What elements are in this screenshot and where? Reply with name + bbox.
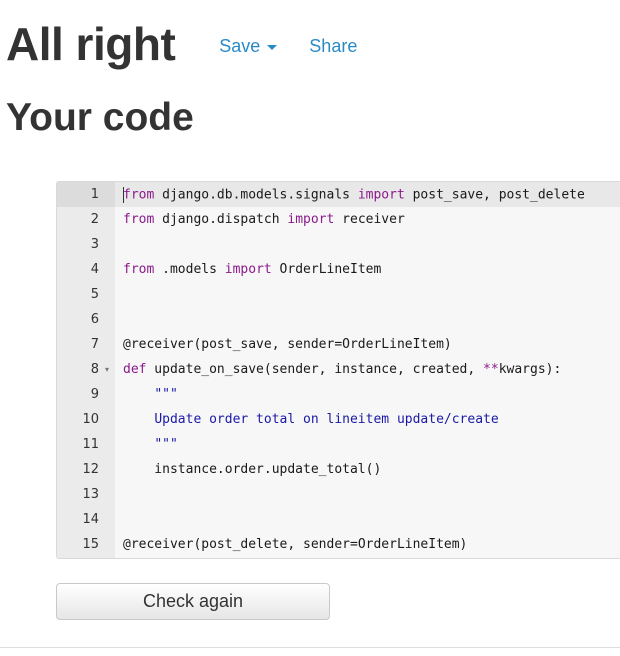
code-text: def update_on_save(sender, instance, cre… bbox=[123, 362, 561, 377]
code-keyword: def bbox=[123, 362, 147, 377]
code-text: """ bbox=[123, 437, 178, 452]
line-number: 1 bbox=[90, 187, 99, 202]
fold-triangle-icon[interactable]: ▾ bbox=[101, 365, 113, 374]
code-string: """ bbox=[154, 437, 178, 452]
code-text: from .models import OrderLineItem bbox=[123, 262, 381, 277]
code-string: Update order total on lineitem update/cr… bbox=[154, 412, 499, 427]
line-number: 7 bbox=[90, 337, 99, 352]
code-line[interactable]: 11 """ bbox=[57, 432, 620, 457]
divider bbox=[0, 647, 620, 648]
line-number: 14 bbox=[82, 512, 99, 527]
code-line[interactable]: 10 Update order total on lineitem update… bbox=[57, 407, 620, 432]
code-token: kwargs): bbox=[498, 362, 562, 377]
code-editor[interactable]: 1 from django.db.models.signals import po… bbox=[56, 181, 620, 559]
code-line[interactable]: 13 bbox=[57, 482, 620, 507]
save-dropdown[interactable]: Save bbox=[219, 35, 278, 57]
line-number: 4 bbox=[90, 262, 99, 277]
line-number: 5 bbox=[90, 287, 99, 302]
code-token: @receiver(post_save, sender bbox=[123, 337, 335, 352]
line-number: 10 bbox=[82, 412, 99, 427]
code-text: from django.dispatch import receiver bbox=[123, 212, 405, 227]
header-menu: Save Share bbox=[219, 36, 357, 57]
code-text: Update order total on lineitem update/cr… bbox=[123, 412, 499, 427]
code-keyword: import bbox=[357, 187, 405, 202]
code-line[interactable]: 7 @receiver(post_save, sender=OrderLineIt… bbox=[57, 332, 620, 357]
code-line[interactable]: 15 @receiver(post_delete, sender=OrderLin… bbox=[57, 532, 620, 557]
code-line[interactable]: 14 bbox=[57, 507, 620, 532]
code-keyword: import bbox=[287, 212, 335, 227]
code-token: post_save, post_delete bbox=[404, 187, 585, 202]
code-token: OrderLineItem) bbox=[342, 337, 452, 352]
line-number: 2 bbox=[90, 212, 99, 227]
code-line[interactable]: 4 from .models import OrderLineItem bbox=[57, 257, 620, 282]
line-number: 6 bbox=[90, 312, 99, 327]
code-keyword: from bbox=[123, 212, 155, 227]
code-lines[interactable]: 1 from django.db.models.signals import po… bbox=[57, 182, 620, 557]
line-number: 9 bbox=[90, 387, 99, 402]
code-token: update_on_save(sender, instance, created… bbox=[146, 362, 484, 377]
share-link[interactable]: Share bbox=[309, 36, 357, 57]
code-line[interactable]: 1 from django.db.models.signals import po… bbox=[57, 182, 620, 207]
line-number: 15 bbox=[82, 537, 99, 552]
code-keyword: ** bbox=[483, 362, 499, 377]
page-title: All right bbox=[6, 18, 176, 70]
code-line[interactable]: 2 from django.dispatch import receiver bbox=[57, 207, 620, 232]
code-token: django.dispatch bbox=[154, 212, 288, 227]
code-text: """ bbox=[123, 387, 178, 402]
code-text: @receiver(post_save, sender=OrderLineIte… bbox=[123, 337, 452, 352]
code-line[interactable]: 9 """ bbox=[57, 382, 620, 407]
code-line[interactable]: 12 instance.order.update_total() bbox=[57, 457, 620, 482]
line-number: 12 bbox=[82, 462, 99, 477]
code-token: django.db.models.signals bbox=[154, 187, 358, 202]
code-line[interactable]: 5 bbox=[57, 282, 620, 307]
code-token: OrderLineItem bbox=[271, 262, 382, 277]
line-number: 3 bbox=[90, 237, 99, 252]
code-keyword: import bbox=[224, 262, 272, 277]
section-title: Your code bbox=[6, 96, 194, 139]
code-string: """ bbox=[154, 387, 178, 402]
line-number: 11 bbox=[82, 437, 99, 452]
code-token: .models bbox=[154, 262, 225, 277]
check-again-button[interactable]: Check again bbox=[56, 583, 330, 620]
line-number: 8 bbox=[90, 362, 99, 377]
code-text: @receiver(post_delete, sender=OrderLineI… bbox=[123, 537, 467, 552]
caret-down-icon bbox=[267, 44, 278, 50]
save-label: Save bbox=[219, 35, 261, 56]
code-token: receiver bbox=[334, 212, 405, 227]
header: All right Save Share bbox=[6, 14, 357, 74]
code-line[interactable]: 3 bbox=[57, 232, 620, 257]
code-token: = bbox=[349, 537, 358, 552]
code-token: OrderLineItem) bbox=[357, 537, 468, 552]
code-keyword: from bbox=[123, 262, 155, 277]
code-token: instance.order.update_total() bbox=[123, 462, 382, 477]
code-text: from django.db.models.signals import pos… bbox=[123, 186, 585, 203]
line-number: 13 bbox=[82, 487, 99, 502]
code-token: @receiver(post_delete, sender bbox=[123, 537, 350, 552]
code-line[interactable]: 8 ▾ def update_on_save(sender, instance, c… bbox=[57, 357, 620, 382]
code-text: instance.order.update_total() bbox=[123, 462, 381, 477]
code-keyword: from bbox=[123, 187, 155, 202]
code-token: = bbox=[334, 337, 343, 352]
code-line[interactable]: 6 bbox=[57, 307, 620, 332]
